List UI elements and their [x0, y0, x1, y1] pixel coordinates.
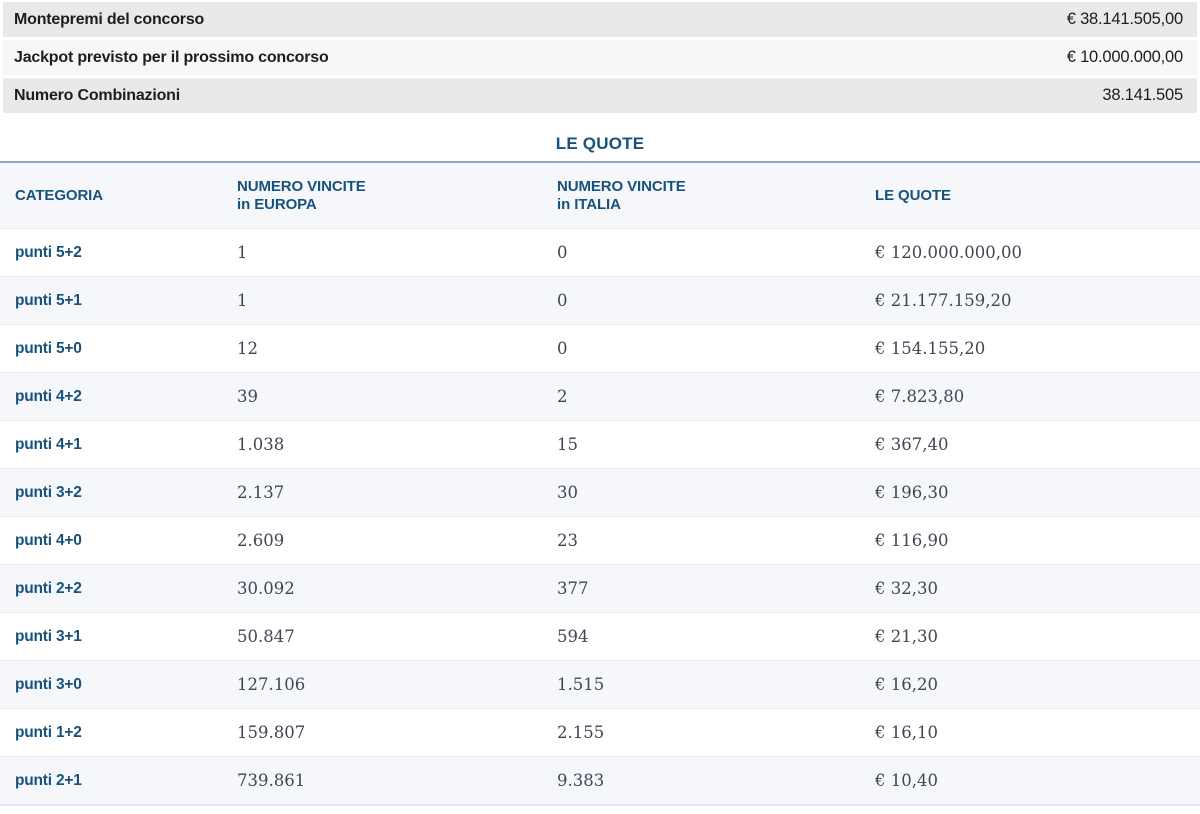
- summary-row-value: € 38.141.505,00: [1066, 10, 1183, 28]
- column-header-line1: NUMERO VINCITE: [237, 177, 366, 195]
- column-header-line2: in EUROPA: [237, 195, 317, 213]
- cell-category: punti 5+2: [15, 243, 82, 261]
- cell-quota: € 32,30: [875, 579, 938, 598]
- column-header-line2: in ITALIA: [557, 195, 621, 213]
- cell-quota: € 120.000.000,00: [875, 243, 1022, 262]
- column-header-le-quote: LE QUOTE: [875, 187, 1200, 205]
- cell-wins-italia: 0: [557, 243, 568, 262]
- column-header-vincite-europa: NUMERO VINCITE in EUROPA: [237, 178, 557, 214]
- quote-table-row: punti 4+0 2.609 23 € 116,90: [0, 516, 1200, 564]
- cell-quota: € 21.177.159,20: [875, 291, 1012, 310]
- cell-wins-italia: 0: [557, 339, 568, 358]
- quote-table-row: punti 5+0 12 0 € 154.155,20: [0, 324, 1200, 372]
- cell-category: punti 3+0: [15, 675, 82, 693]
- column-header-line1: NUMERO VINCITE: [557, 177, 686, 195]
- cell-category: punti 1+2: [15, 723, 82, 741]
- cell-quota: € 21,30: [875, 627, 938, 646]
- quote-table: CATEGORIA NUMERO VINCITE in EUROPA NUMER…: [0, 161, 1200, 806]
- quote-table-row: punti 3+2 2.137 30 € 196,30: [0, 468, 1200, 516]
- cell-quota: € 16,10: [875, 723, 938, 742]
- cell-category: punti 4+2: [15, 387, 82, 405]
- quote-table-row: punti 3+1 50.847 594 € 21,30: [0, 612, 1200, 660]
- cell-wins-europa: 50.847: [237, 627, 295, 646]
- quote-table-row: punti 4+2 39 2 € 7.823,80: [0, 372, 1200, 420]
- cell-quota: € 116,90: [875, 531, 949, 550]
- summary-row-label: Numero Combinazioni: [14, 86, 180, 104]
- cell-wins-europa: 1.038: [237, 435, 285, 454]
- quote-table-row: punti 3+0 127.106 1.515 € 16,20: [0, 660, 1200, 708]
- cell-category: punti 3+2: [15, 483, 82, 501]
- cell-wins-europa: 1: [237, 243, 248, 262]
- cell-wins-europa: 2.609: [237, 531, 285, 550]
- cell-quota: € 7.823,80: [875, 387, 965, 406]
- eurojackpot-results-page: Montepremi del concorso € 38.141.505,00 …: [0, 0, 1200, 806]
- cell-wins-italia: 594: [557, 627, 589, 646]
- cell-wins-italia: 2: [557, 387, 568, 406]
- quote-table-body: punti 5+2 1 0 € 120.000.000,00 punti 5+1…: [0, 228, 1200, 804]
- cell-category: punti 5+1: [15, 291, 82, 309]
- cell-category: punti 5+0: [15, 339, 82, 357]
- quote-table-row: punti 1+2 159.807 2.155 € 16,10: [0, 708, 1200, 756]
- cell-category: punti 2+2: [15, 579, 82, 597]
- cell-wins-europa: 12: [237, 339, 258, 358]
- quote-table-row: punti 2+2 30.092 377 € 32,30: [0, 564, 1200, 612]
- quote-table-row: punti 5+1 1 0 € 21.177.159,20: [0, 276, 1200, 324]
- cell-wins-europa: 127.106: [237, 675, 306, 694]
- cell-category: punti 3+1: [15, 627, 82, 645]
- cell-wins-europa: 739.861: [237, 771, 306, 790]
- summary-row-label: Montepremi del concorso: [14, 10, 205, 28]
- summary-row: Numero Combinazioni 38.141.505: [3, 78, 1197, 113]
- cell-quota: € 367,40: [875, 435, 949, 454]
- cell-quota: € 196,30: [875, 483, 949, 502]
- summary-row-value: € 10.000.000,00: [1066, 48, 1183, 66]
- cell-wins-italia: 9.383: [557, 771, 605, 790]
- cell-category: punti 4+1: [15, 435, 82, 453]
- summary-row: Jackpot previsto per il prossimo concors…: [3, 40, 1197, 75]
- summary-row-value: 38.141.505: [1102, 86, 1183, 104]
- cell-wins-europa: 159.807: [237, 723, 306, 742]
- cell-quota: € 16,20: [875, 675, 938, 694]
- cell-wins-europa: 2.137: [237, 483, 285, 502]
- cell-category: punti 2+1: [15, 771, 82, 789]
- cell-wins-italia: 1.515: [557, 675, 605, 694]
- cell-wins-italia: 0: [557, 291, 568, 310]
- cell-quota: € 154.155,20: [875, 339, 986, 358]
- column-header-vincite-italia: NUMERO VINCITE in ITALIA: [557, 178, 875, 214]
- cell-wins-europa: 1: [237, 291, 248, 310]
- column-header-line1: LE QUOTE: [875, 186, 951, 204]
- quote-table-row: punti 2+1 739.861 9.383 € 10,40: [0, 756, 1200, 804]
- cell-wins-europa: 30.092: [237, 579, 295, 598]
- cell-wins-italia: 23: [557, 531, 578, 550]
- cell-category: punti 4+0: [15, 531, 82, 549]
- cell-wins-italia: 2.155: [557, 723, 605, 742]
- quote-table-row: punti 4+1 1.038 15 € 367,40: [0, 420, 1200, 468]
- column-header-line1: CATEGORIA: [15, 186, 103, 204]
- cell-wins-europa: 39: [237, 387, 258, 406]
- cell-quota: € 10,40: [875, 771, 938, 790]
- cell-wins-italia: 377: [557, 579, 589, 598]
- summary-section: Montepremi del concorso € 38.141.505,00 …: [0, 0, 1200, 113]
- quote-table-row: punti 5+2 1 0 € 120.000.000,00: [0, 228, 1200, 276]
- cell-wins-italia: 15: [557, 435, 578, 454]
- summary-row: Montepremi del concorso € 38.141.505,00: [3, 2, 1197, 37]
- quote-section-title: LE QUOTE: [555, 134, 645, 153]
- summary-row-label: Jackpot previsto per il prossimo concors…: [14, 48, 329, 66]
- column-header-categoria: CATEGORIA: [15, 187, 237, 205]
- quote-table-header-row: CATEGORIA NUMERO VINCITE in EUROPA NUMER…: [0, 163, 1200, 228]
- cell-wins-italia: 30: [557, 483, 578, 502]
